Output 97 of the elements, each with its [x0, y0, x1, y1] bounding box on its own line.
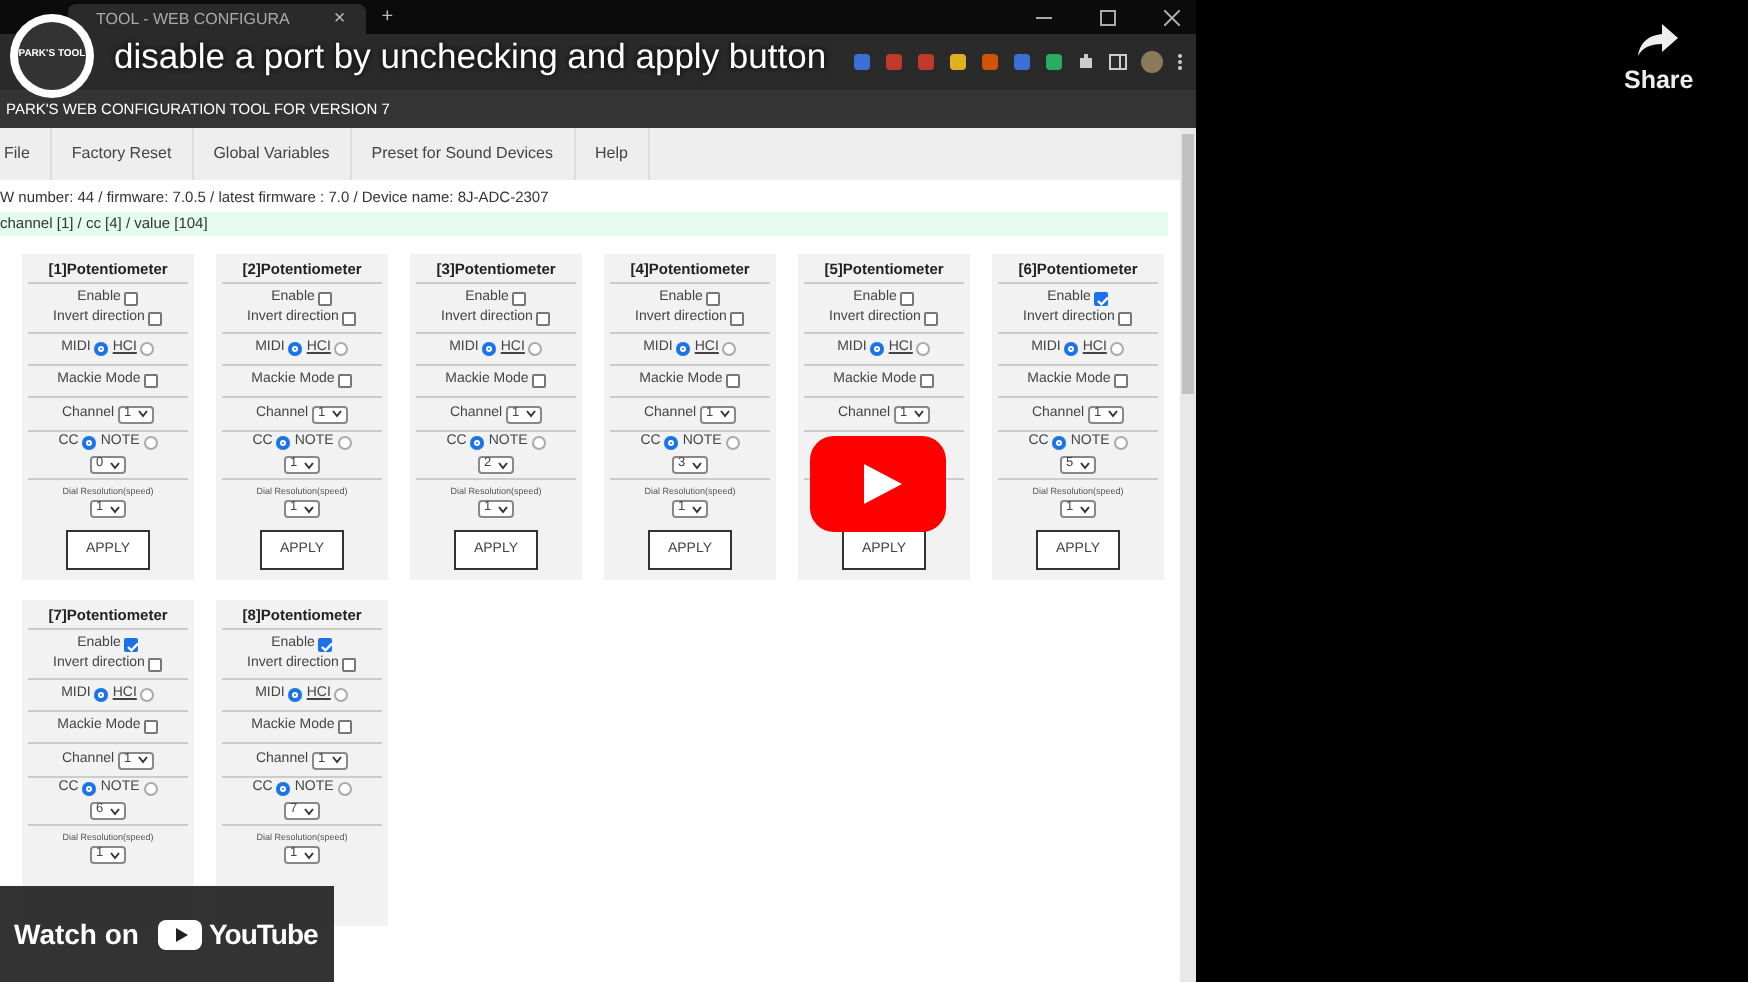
video-title[interactable]: disable a port by unchecking and apply button — [114, 29, 827, 83]
checkbox[interactable] — [1094, 291, 1109, 305]
caret-icon — [110, 505, 120, 513]
checkbox[interactable] — [124, 637, 139, 651]
menu-item[interactable]: Global Variables — [193, 128, 352, 180]
checkbox[interactable] — [342, 657, 357, 671]
caret-icon — [914, 410, 925, 418]
radio-button[interactable] — [140, 342, 155, 356]
menu-icon[interactable] — [1176, 52, 1184, 72]
maximize-icon[interactable] — [1100, 9, 1116, 25]
caret-icon — [526, 410, 537, 418]
caret-icon — [138, 756, 149, 764]
checkbox[interactable] — [338, 720, 353, 734]
browser-tab[interactable]: TOOL - WEB CONFIGURA × — [68, 4, 366, 34]
radio-button[interactable] — [482, 342, 497, 356]
checkbox[interactable] — [342, 311, 357, 325]
radio-button[interactable] — [722, 342, 737, 356]
caret-icon — [498, 505, 508, 513]
share-button[interactable]: Share — [1624, 22, 1694, 100]
checkbox[interactable] — [532, 374, 547, 388]
radio-button[interactable] — [1113, 436, 1128, 450]
radio-button[interactable] — [531, 436, 546, 450]
scrollbar[interactable] — [1180, 128, 1196, 982]
caret-icon — [720, 410, 731, 418]
checkbox[interactable] — [148, 657, 163, 671]
radio-button[interactable] — [337, 782, 352, 796]
radio-button[interactable] — [140, 688, 155, 702]
radio-button[interactable] — [288, 342, 303, 356]
radio-button[interactable] — [276, 782, 291, 796]
menu-item[interactable]: File — [0, 128, 52, 180]
caret-icon — [304, 807, 314, 815]
radio-button[interactable] — [143, 782, 158, 796]
radio-button[interactable] — [1064, 342, 1079, 356]
checkbox[interactable] — [536, 311, 551, 325]
caret-icon — [498, 461, 508, 469]
tab-title: TOOL - WEB CONFIGURA — [96, 7, 290, 31]
caret-icon — [692, 505, 702, 513]
caret-icon — [692, 461, 702, 469]
caret-icon — [1108, 410, 1119, 418]
checkbox[interactable] — [124, 291, 139, 305]
checkbox[interactable] — [900, 291, 915, 305]
caret-icon — [138, 410, 149, 418]
radio-button[interactable] — [276, 436, 291, 450]
play-button[interactable] — [810, 436, 946, 532]
checkbox[interactable] — [730, 311, 745, 325]
caret-icon — [304, 505, 314, 513]
checkbox[interactable] — [706, 291, 721, 305]
youtube-logo-icon — [158, 919, 203, 949]
radio-button[interactable] — [916, 342, 931, 356]
radio-button[interactable] — [334, 688, 349, 702]
checkbox[interactable] — [144, 720, 159, 734]
checkbox[interactable] — [148, 311, 163, 325]
radio-button[interactable] — [334, 342, 349, 356]
checkbox[interactable] — [338, 374, 353, 388]
caret-icon — [1080, 505, 1090, 513]
caret-icon — [304, 851, 314, 859]
checkbox[interactable] — [1114, 374, 1129, 388]
tab-close-button[interactable]: × — [325, 9, 354, 29]
checkbox[interactable] — [924, 311, 939, 325]
checkbox[interactable] — [1118, 311, 1133, 325]
checkbox[interactable] — [512, 291, 527, 305]
checkbox[interactable] — [318, 637, 333, 651]
caret-icon — [110, 851, 120, 859]
radio-button[interactable] — [1052, 436, 1067, 450]
radio-button[interactable] — [337, 436, 352, 450]
menu-item[interactable]: Preset for Sound Devices — [351, 128, 576, 180]
checkbox[interactable] — [144, 374, 159, 388]
radio-button[interactable] — [288, 688, 303, 702]
radio-button[interactable] — [1110, 342, 1125, 356]
menu-item[interactable]: Factory Reset — [51, 128, 194, 180]
close-icon[interactable] — [1164, 9, 1180, 25]
caret-icon — [1080, 461, 1090, 469]
caret-icon — [110, 807, 120, 815]
radio-button[interactable] — [94, 688, 109, 702]
radio-button[interactable] — [664, 436, 679, 450]
radio-button[interactable] — [82, 436, 97, 450]
share-icon — [1636, 22, 1681, 58]
side-panel-icon[interactable] — [1108, 52, 1128, 72]
radio-button[interactable] — [870, 342, 885, 356]
menu-item[interactable]: Help — [575, 128, 650, 180]
checkbox[interactable] — [318, 291, 333, 305]
caret-icon — [332, 410, 343, 418]
new-tab-button[interactable]: + — [373, 7, 402, 27]
avatar-icon[interactable] — [1140, 50, 1164, 74]
radio-button[interactable] — [470, 436, 485, 450]
radio-button[interactable] — [676, 342, 691, 356]
caret-icon — [304, 461, 314, 469]
radio-button[interactable] — [94, 342, 109, 356]
radio-button[interactable] — [82, 782, 97, 796]
watch-on-youtube-button[interactable]: Watch on YouTube — [0, 886, 334, 982]
radio-button[interactable] — [725, 436, 740, 450]
radio-button[interactable] — [528, 342, 543, 356]
radio-button[interactable] — [143, 436, 158, 450]
caret-icon — [332, 756, 343, 764]
caret-icon — [110, 461, 120, 469]
checkbox[interactable] — [726, 374, 741, 388]
checkbox[interactable] — [920, 374, 935, 388]
